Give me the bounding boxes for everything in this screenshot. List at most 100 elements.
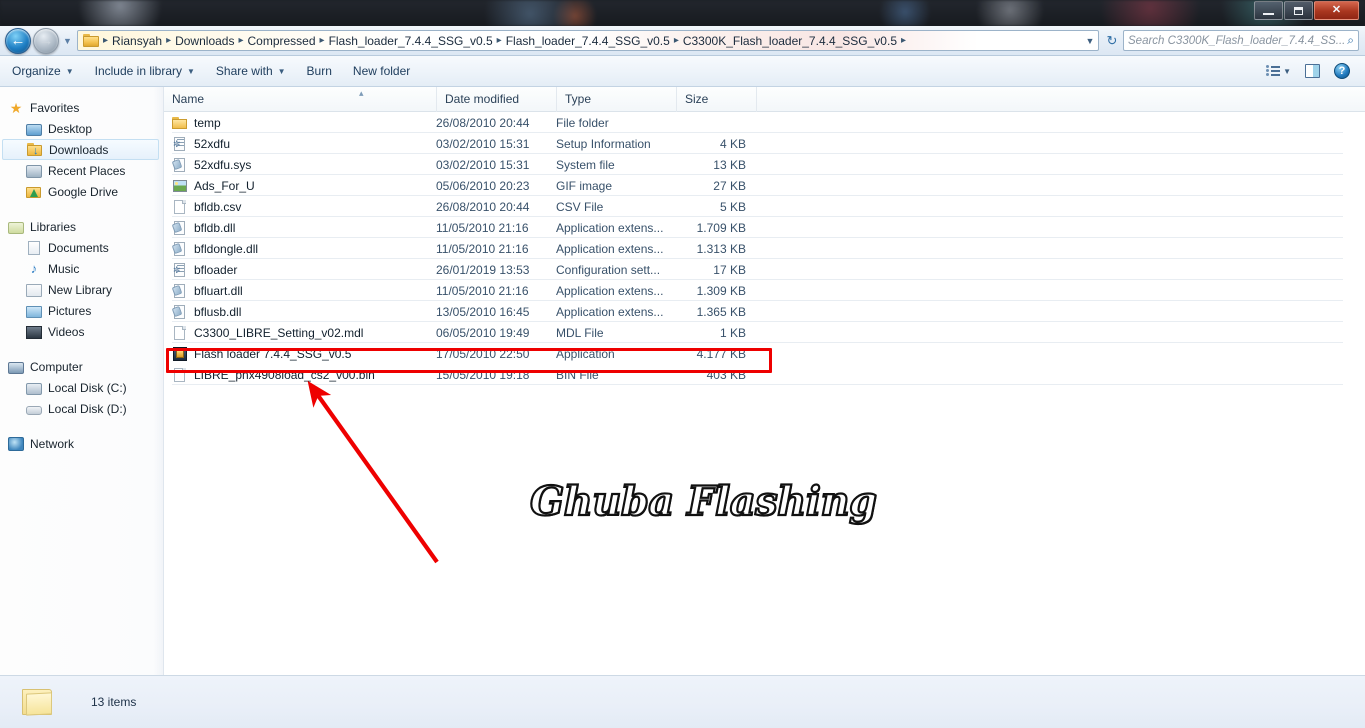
include-in-library-button[interactable]: Include in library ▼ bbox=[86, 60, 204, 82]
file-date-cell: 26/01/2019 13:53 bbox=[436, 262, 530, 277]
close-button[interactable]: ✕ bbox=[1314, 1, 1359, 20]
preview-pane-button[interactable] bbox=[1300, 61, 1325, 81]
help-button[interactable]: ? bbox=[1329, 60, 1355, 82]
column-header-size[interactable]: Size bbox=[677, 87, 757, 112]
breadcrumb-item-4[interactable]: Flash_loader_7.4.4_SSG_v0.5 bbox=[326, 34, 496, 48]
chevron-down-icon: ▼ bbox=[1283, 66, 1291, 76]
sidebar-item-downloads[interactable]: ↓ Downloads bbox=[2, 139, 159, 160]
local-disk-d-icon bbox=[26, 406, 42, 415]
breadcrumb-item-2[interactable]: Downloads bbox=[172, 34, 237, 48]
generic-file-icon bbox=[172, 367, 188, 383]
table-row[interactable]: bfldb.dll 11/05/2010 21:16 Application e… bbox=[164, 217, 1365, 238]
address-folder-icon bbox=[83, 34, 99, 47]
breadcrumb-item-5[interactable]: Flash_loader_7.4.4_SSG_v0.5 bbox=[503, 34, 673, 48]
file-name-cell[interactable]: Flash loader 7.4.4_SSG_v0.5 bbox=[172, 346, 351, 362]
sidebar-group-computer[interactable]: Computer bbox=[0, 356, 163, 377]
file-name-cell[interactable]: ✼ 52xdfu bbox=[172, 136, 230, 152]
burn-button[interactable]: Burn bbox=[298, 60, 341, 82]
minimize-button[interactable] bbox=[1254, 1, 1283, 20]
sidebar-item-videos[interactable]: Videos bbox=[0, 321, 163, 342]
breadcrumb-item-1[interactable]: Riansyah bbox=[109, 34, 165, 48]
explorer-window: ✕ ← → ▼ ▸ Riansyah ▸ Downloads ▸ Compres… bbox=[0, 0, 1365, 728]
address-dropdown-icon[interactable]: ▼ bbox=[1082, 36, 1098, 46]
column-header-date-modified[interactable]: Date modified bbox=[437, 87, 557, 112]
desktop-icon bbox=[26, 123, 42, 136]
share-with-button[interactable]: Share with ▼ bbox=[207, 60, 295, 82]
navigation-bar: ← → ▼ ▸ Riansyah ▸ Downloads ▸ Compresse… bbox=[0, 26, 1365, 56]
file-name-cell[interactable]: bfldongle.dll bbox=[171, 241, 259, 257]
back-button[interactable]: ← bbox=[5, 27, 31, 54]
recent-pages-dropdown[interactable]: ▼ bbox=[62, 35, 73, 46]
table-row[interactable]: ✼ 52xdfu 03/02/2010 15:31 Setup Informat… bbox=[164, 133, 1365, 154]
row-divider bbox=[172, 384, 1343, 385]
table-row[interactable]: bflusb.dll 13/05/2010 16:45 Application … bbox=[164, 301, 1365, 322]
table-row[interactable]: bfldb.csv 26/08/2010 20:44 CSV File 5 KB bbox=[164, 196, 1365, 217]
address-bar[interactable]: ▸ Riansyah ▸ Downloads ▸ Compressed ▸ Fl… bbox=[77, 30, 1099, 51]
table-row[interactable]: C3300_LIBRE_Setting_v02.mdl 06/05/2010 1… bbox=[164, 322, 1365, 343]
breadcrumb-item-3[interactable]: Compressed bbox=[245, 34, 319, 48]
file-name-cell[interactable]: C3300_LIBRE_Setting_v02.mdl bbox=[172, 325, 363, 341]
file-name-cell[interactable]: temp bbox=[172, 115, 221, 131]
file-name-cell[interactable]: 52xdfu.sys bbox=[171, 157, 251, 173]
status-bar: 13 items bbox=[0, 675, 1365, 728]
breadcrumb-item-6[interactable]: C3300K_Flash_loader_7.4.4_SSG_v0.5 bbox=[680, 34, 900, 48]
sidebar-item-desktop[interactable]: Desktop bbox=[0, 118, 163, 139]
sidebar-item-local-disk-d[interactable]: Local Disk (D:) bbox=[0, 398, 163, 419]
file-name-label: C3300_LIBRE_Setting_v02.mdl bbox=[194, 325, 364, 340]
table-row[interactable]: temp 26/08/2010 20:44 File folder bbox=[164, 112, 1365, 133]
file-name-cell[interactable]: LIBRE_pnx4908load_cs2_v00.bin bbox=[172, 367, 375, 383]
minimize-icon bbox=[1263, 12, 1274, 15]
system-file-icon bbox=[171, 304, 188, 320]
sidebar-item-label: Desktop bbox=[48, 121, 93, 136]
sidebar-item-new-library[interactable]: New Library bbox=[0, 279, 163, 300]
file-name-cell[interactable]: bflusb.dll bbox=[171, 304, 241, 320]
sidebar-group-libraries[interactable]: Libraries bbox=[0, 216, 163, 237]
file-name-cell[interactable]: bfluart.dll bbox=[171, 283, 243, 299]
file-rows: temp 26/08/2010 20:44 File folder ✼ 52xd… bbox=[164, 112, 1365, 385]
sidebar-item-music[interactable]: ♪ Music bbox=[0, 258, 163, 279]
file-name-cell[interactable]: ✼ bfloader bbox=[172, 262, 237, 278]
file-name-cell[interactable]: Ads_For_U bbox=[172, 178, 255, 194]
file-size-cell: 13 KB bbox=[713, 157, 746, 172]
sidebar-item-recent-places[interactable]: Recent Places bbox=[0, 160, 163, 181]
column-header-name[interactable]: Name bbox=[164, 87, 437, 112]
file-size-cell: 17 KB bbox=[713, 262, 746, 277]
table-row[interactable]: bfldongle.dll 11/05/2010 21:16 Applicati… bbox=[164, 238, 1365, 259]
sidebar-group-network[interactable]: Network bbox=[0, 433, 163, 454]
include-in-library-label: Include in library bbox=[94, 64, 182, 78]
file-name-label: bfldongle.dll bbox=[194, 241, 259, 256]
preview-pane-icon bbox=[1305, 64, 1320, 78]
recent-places-icon bbox=[26, 165, 42, 178]
table-row[interactable]: bfluart.dll 11/05/2010 21:16 Application… bbox=[164, 280, 1365, 301]
status-folder-icon bbox=[22, 687, 54, 717]
sidebar-item-pictures[interactable]: Pictures bbox=[0, 300, 163, 321]
table-row[interactable]: Ads_For_U 05/06/2010 20:23 GIF image 27 … bbox=[164, 175, 1365, 196]
forward-button[interactable]: → bbox=[33, 27, 59, 54]
local-disk-c-icon bbox=[26, 382, 42, 395]
table-row[interactable]: 52xdfu.sys 03/02/2010 15:31 System file … bbox=[164, 154, 1365, 175]
table-row-highlighted[interactable]: Flash loader 7.4.4_SSG_v0.5 17/05/2010 2… bbox=[164, 343, 1365, 364]
sidebar-item-google-drive[interactable]: Google Drive bbox=[0, 181, 163, 202]
sidebar-group-favorites[interactable]: ★ Favorites bbox=[0, 97, 163, 118]
restore-button[interactable] bbox=[1284, 1, 1313, 20]
command-bar: Organize ▼ Include in library ▼ Share wi… bbox=[0, 56, 1365, 87]
setup-information-icon: ✼ bbox=[172, 136, 188, 152]
folder-icon bbox=[172, 115, 188, 131]
search-box[interactable]: Search C3300K_Flash_loader_7.4.4_SS... ⌕ bbox=[1123, 30, 1359, 51]
organize-button[interactable]: Organize ▼ bbox=[3, 60, 83, 82]
search-input[interactable]: Search C3300K_Flash_loader_7.4.4_SS... bbox=[1128, 35, 1347, 47]
table-row[interactable]: ✼ bfloader 26/01/2019 13:53 Configuratio… bbox=[164, 259, 1365, 280]
view-list-icon bbox=[1266, 64, 1281, 78]
sidebar-item-documents[interactable]: Documents bbox=[0, 237, 163, 258]
sidebar-item-label: Google Drive bbox=[48, 184, 119, 199]
new-folder-button[interactable]: New folder bbox=[344, 60, 419, 82]
sidebar-item-local-disk-c[interactable]: Local Disk (C:) bbox=[0, 377, 163, 398]
change-view-button[interactable]: ▼ bbox=[1261, 62, 1296, 81]
file-size-cell: 1.313 KB bbox=[696, 241, 746, 256]
refresh-button[interactable]: ↻ bbox=[1101, 30, 1123, 51]
column-header-type[interactable]: Type bbox=[557, 87, 677, 112]
file-name-cell[interactable]: bfldb.csv bbox=[172, 199, 241, 215]
table-row[interactable]: LIBRE_pnx4908load_cs2_v00.bin 15/05/2010… bbox=[164, 364, 1365, 385]
file-name-cell[interactable]: bfldb.dll bbox=[171, 220, 235, 236]
